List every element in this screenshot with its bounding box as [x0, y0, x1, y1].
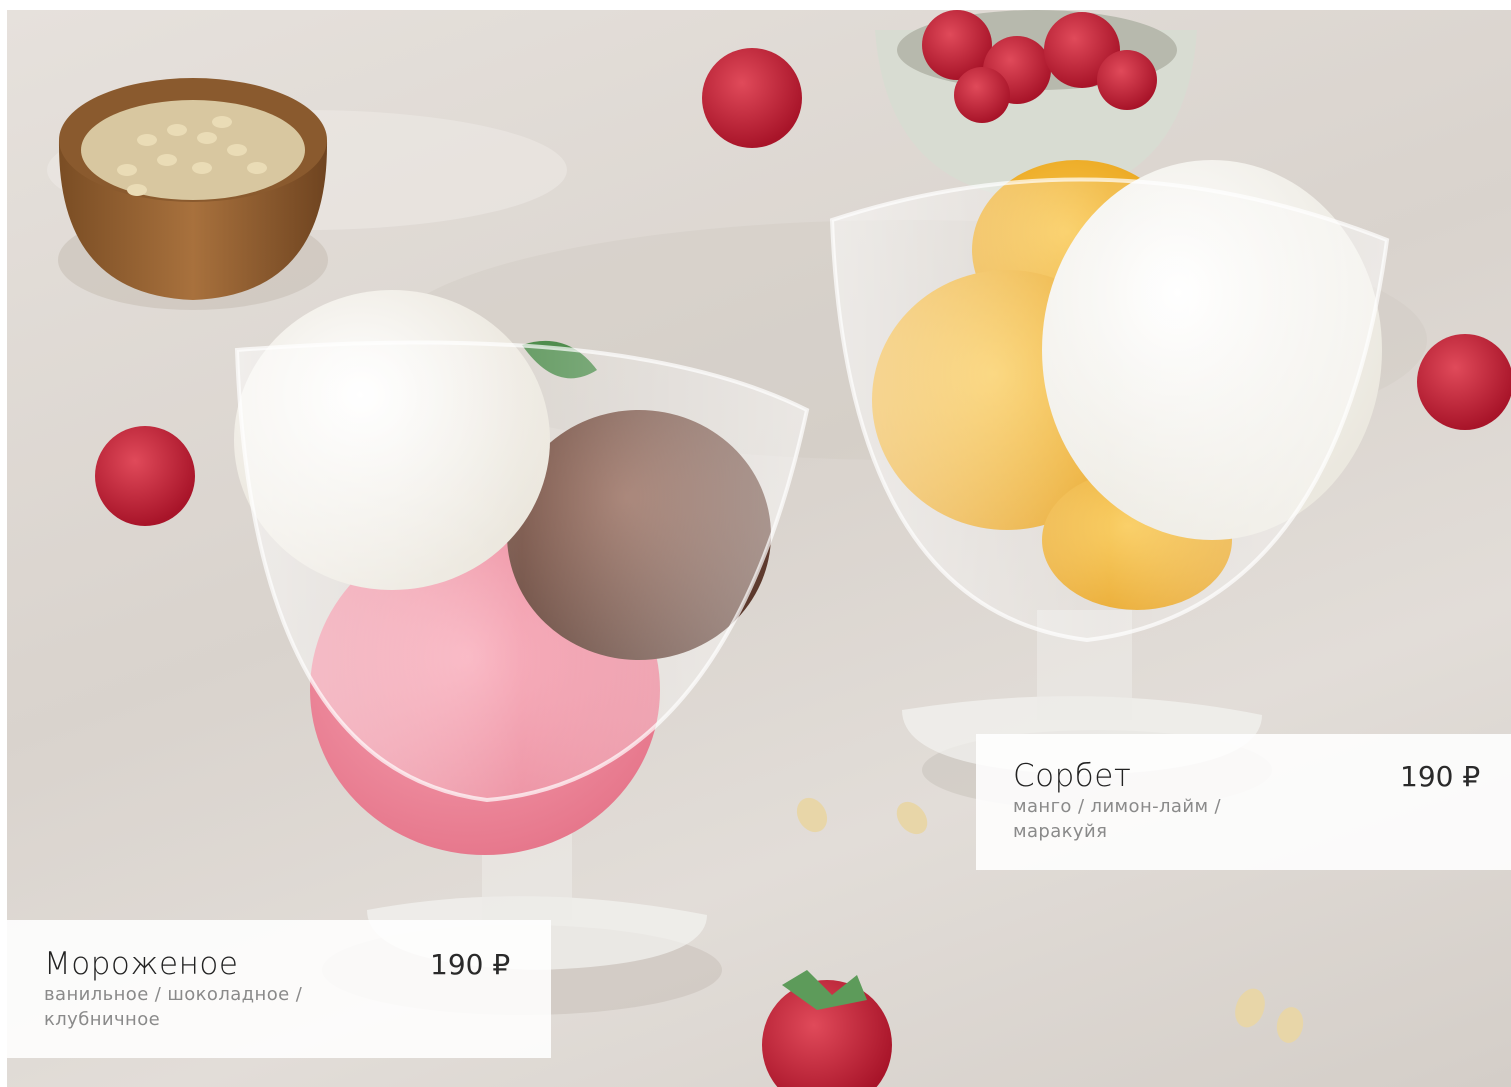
item-price: 190 ₽: [1400, 760, 1481, 793]
item-description: манго / лимон-лайм / маракуйя: [1013, 796, 1222, 842]
wooden-bowl-icon: [58, 78, 328, 310]
item-price: 190 ₽: [430, 948, 511, 981]
menu-card-sorbet: Сорбет 190 ₽ манго / лимон-лайм / мараку…: [976, 734, 1511, 870]
item-name: Сорбет: [1013, 758, 1132, 794]
item-name: Мороженое: [44, 946, 239, 982]
menu-card-ice-cream: Мороженое 190 ₽ ванильное / шоколадное /…: [7, 920, 551, 1058]
item-description: ванильное / шоколадное / клубничное: [44, 984, 303, 1030]
